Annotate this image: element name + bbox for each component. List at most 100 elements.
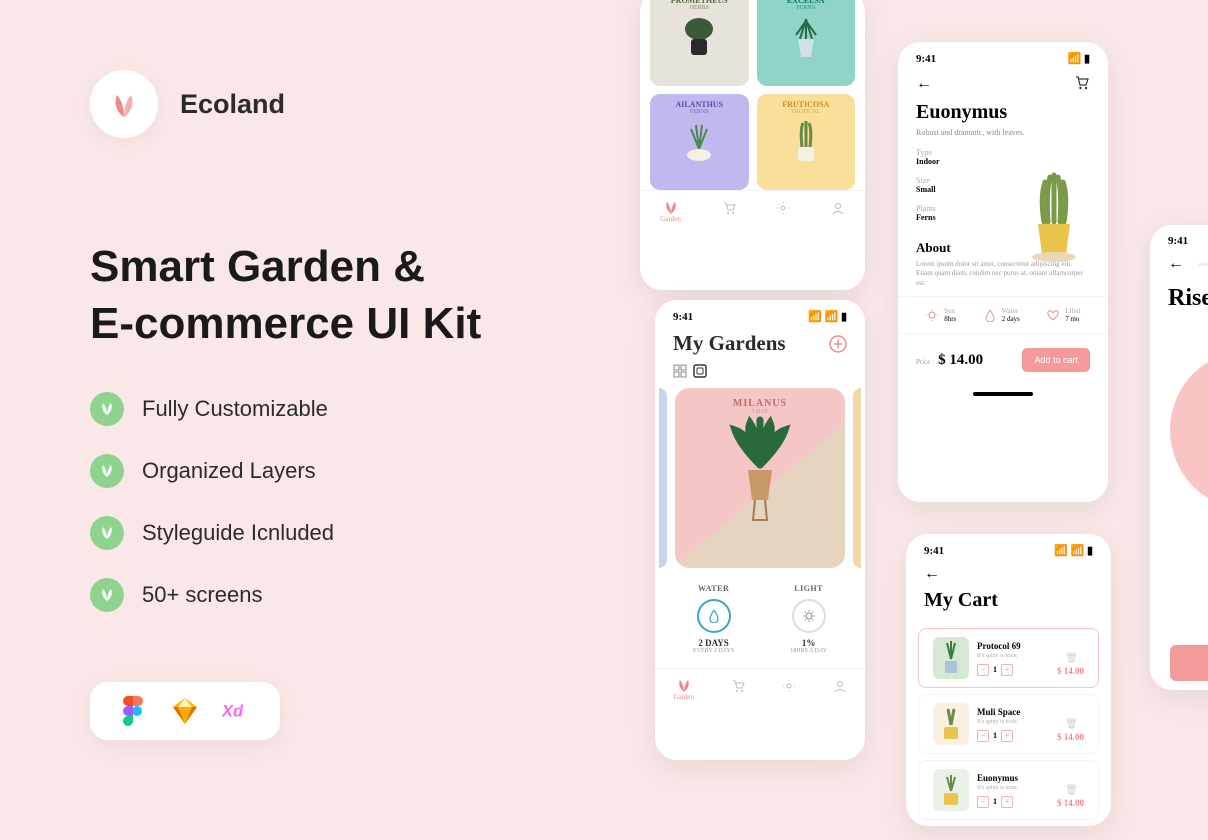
water-drop-icon (983, 308, 997, 322)
spec-value: Indoor (916, 157, 1090, 166)
grid-view-icon[interactable] (673, 364, 687, 378)
cart-item: Euonymus It's spiny is toxic −1+$ 14.00 … (918, 760, 1099, 820)
feature-text: Fully Customizable (142, 396, 328, 422)
feature-text: 50+ screens (142, 582, 262, 608)
stat-value: 2 DAYS (698, 638, 728, 648)
back-button[interactable]: ← (916, 75, 932, 93)
stat-sub: EVERY 2 DAYS (693, 648, 734, 654)
single-view-icon[interactable] (693, 364, 707, 378)
spec-label: Type (916, 148, 1090, 157)
heart-icon (1046, 308, 1060, 322)
care-value: 2 days (1002, 315, 1020, 323)
plant-icon (679, 15, 719, 61)
nav-profile[interactable] (833, 679, 847, 701)
brand-logo (90, 70, 158, 138)
water-gauge[interactable] (697, 599, 731, 633)
cart-item: Protocol 69 It's spiny is toxic −1+$ 14.… (918, 628, 1099, 688)
leaf-icon (664, 201, 678, 215)
add-icon[interactable] (829, 335, 847, 353)
qty-plus-button[interactable]: + (1001, 664, 1013, 676)
leaf-icon (107, 89, 141, 119)
figma-icon (118, 696, 148, 726)
screen-rise: 9:41 ← Rise Wait f You'll kno (1150, 225, 1208, 690)
feature-item: Fully Customizable (90, 392, 570, 426)
brand-name: Ecoland (180, 89, 285, 120)
card-name: MILANUS (733, 398, 787, 409)
cart-item-name: Muli Space (977, 707, 1084, 717)
qty-value: 1 (993, 797, 997, 806)
care-water: Water2 days (983, 307, 1020, 323)
cart-title: My Cart (906, 587, 1111, 622)
product-title: Euonymus (898, 99, 1108, 126)
nav-garden[interactable]: Garden (660, 201, 681, 223)
qty-minus-button[interactable]: − (977, 664, 989, 676)
product-subtitle: Robust and dramatic, with leaves. (898, 126, 1108, 148)
adobe-xd-icon: Xd (222, 696, 252, 726)
nav-label: Garden (660, 215, 681, 223)
garden-card[interactable]: MILANUS 7 DAY (675, 388, 845, 568)
qty-plus-button[interactable]: + (1001, 730, 1013, 742)
status-icons: 📶 ▮ (1068, 52, 1091, 65)
progress-bar (1198, 263, 1208, 266)
nav-settings[interactable] (776, 201, 790, 223)
price-label: Price : (916, 358, 934, 366)
screen-my-gardens: 9:41📶 📶 ▮ My Gardens MILANUS 7 DAY WATER… (655, 300, 865, 760)
bottom-nav: Garden (640, 190, 865, 229)
feature-list: Fully Customizable Organized Layers Styl… (90, 392, 570, 612)
cart-icon[interactable] (1074, 75, 1090, 91)
tile-sub: HERBS (690, 5, 709, 11)
light-gauge[interactable] (792, 599, 826, 633)
nav-profile[interactable] (831, 201, 845, 223)
stat-label: WATER (698, 584, 729, 593)
svg-text:Xd: Xd (222, 703, 244, 721)
tile-sub: TROPICAL (791, 109, 820, 115)
qty-value: 1 (993, 731, 997, 740)
delete-icon[interactable]: 🗑 (1065, 719, 1078, 730)
tile-sub: FERNS (690, 109, 709, 115)
plant-tile[interactable]: FRUTICOSA TROPICAL (757, 94, 856, 190)
cart-thumb (933, 637, 969, 679)
sun-icon (925, 308, 939, 322)
status-time: 9:41 (916, 53, 936, 65)
stat-sub: 18HRS A DAY (790, 648, 827, 654)
care-value: 7 mo (1065, 315, 1081, 323)
cart-item-name: Euonymus (977, 773, 1084, 783)
sun-icon (802, 609, 816, 623)
back-button[interactable]: ← (924, 565, 940, 582)
check-circle-icon (90, 392, 124, 426)
feature-item: Organized Layers (90, 454, 570, 488)
stat-water: WATER 2 DAYS EVERY 2 DAYS (693, 584, 734, 654)
care-value: 8hrs (944, 315, 956, 323)
plant-tile[interactable]: EXCELSA FERNS (757, 0, 856, 86)
plant-tile[interactable]: AILANTHUS FERNS (650, 94, 749, 190)
feature-item: Styleguide Icnluded (90, 516, 570, 550)
nav-cart[interactable] (722, 201, 736, 223)
delete-icon[interactable]: 🗑 (1065, 653, 1078, 664)
headline: Smart Garden & E-commerce UI Kit (90, 238, 570, 352)
nav-cart[interactable] (731, 679, 745, 701)
nav-garden[interactable]: Garden (673, 679, 694, 701)
status-icons: 📶 📶 ▮ (808, 310, 847, 323)
add-to-cart-button[interactable]: Add to cart (1022, 348, 1090, 372)
headline-line-2: E-commerce UI Kit (90, 299, 481, 348)
rise-cta-button[interactable] (1170, 645, 1208, 681)
plant-icon (786, 15, 826, 61)
feature-text: Styleguide Icnluded (142, 520, 334, 546)
rise-illustration (1170, 350, 1208, 510)
nav-settings[interactable] (782, 679, 796, 701)
stat-light: LIGHT 1% 18HRS A DAY (790, 584, 827, 654)
stat-label: LIGHT (794, 584, 823, 593)
qty-minus-button[interactable]: − (977, 796, 989, 808)
rise-sub: You'll kno (1150, 596, 1208, 605)
qty-minus-button[interactable]: − (977, 730, 989, 742)
rise-title: Rise (1150, 277, 1208, 320)
headline-line-1: Smart Garden & (90, 242, 425, 291)
delete-icon[interactable]: 🗑 (1065, 785, 1078, 796)
status-time: 9:41 (673, 311, 693, 323)
back-button[interactable]: ← (1168, 255, 1184, 273)
plant-tile[interactable]: PROMETHEUS HERBS (650, 0, 749, 86)
leaf-check-icon (99, 402, 115, 416)
qty-plus-button[interactable]: + (1001, 796, 1013, 808)
care-label: Water (1002, 307, 1020, 315)
cart-item-price: $ 14.00 (1057, 666, 1084, 676)
